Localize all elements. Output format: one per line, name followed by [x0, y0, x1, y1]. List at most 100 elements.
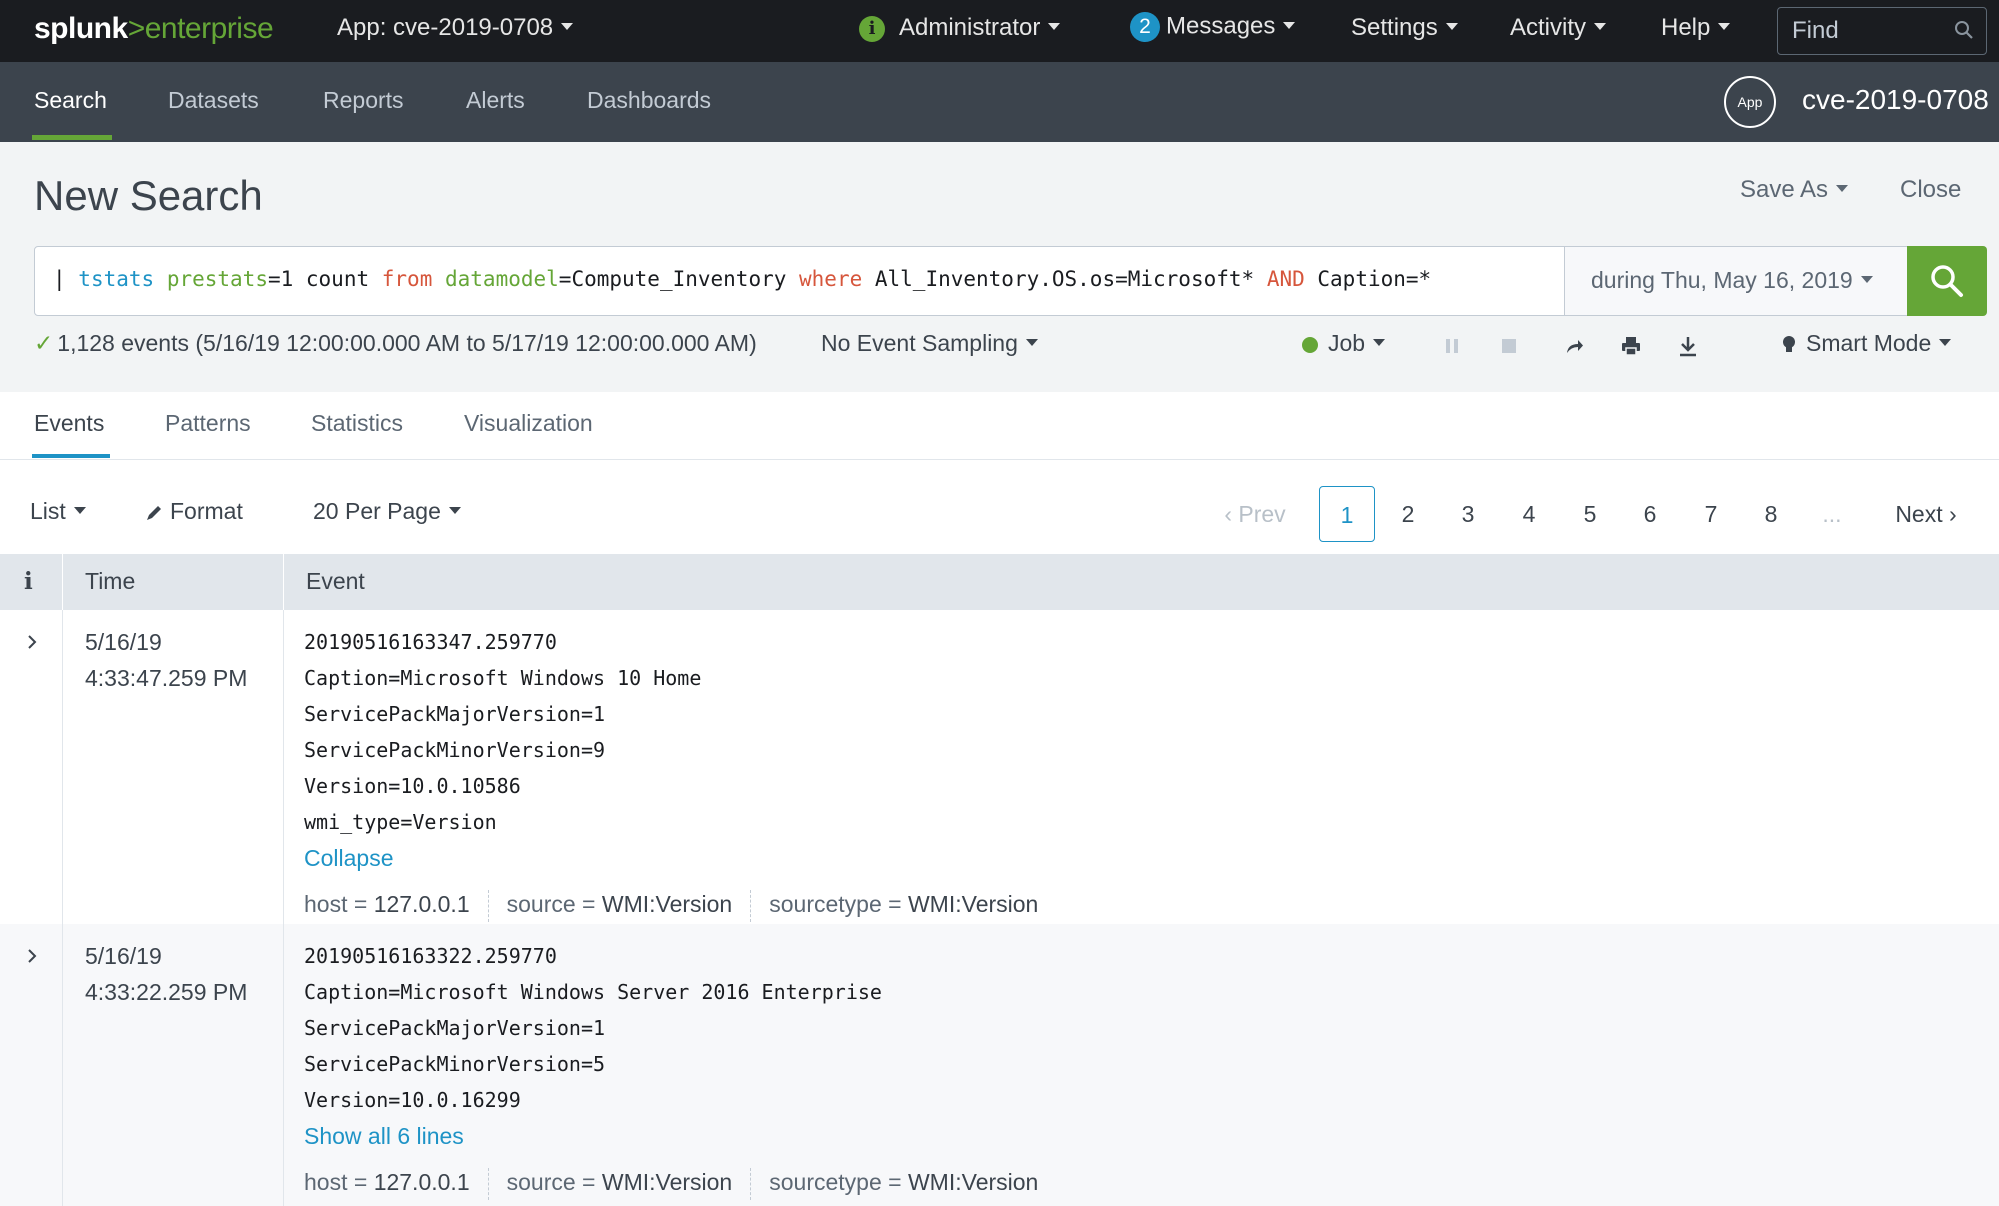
event-time[interactable]: 5/16/19 4:33:22.259 PM [85, 938, 247, 1010]
splunk-logo[interactable]: splunk>enterprise [34, 12, 274, 46]
event-line: Version=10.0.16299 [304, 1088, 521, 1112]
page-button-5[interactable]: 5 [1562, 486, 1618, 542]
sourcetype-field-key: sourcetype = [769, 1169, 902, 1195]
help-label: Help [1661, 14, 1711, 41]
event-fields: host = 127.0.0.1 source = WMI:Version sour… [304, 1164, 1038, 1200]
chevron-right-icon[interactable] [24, 948, 40, 964]
query-token: from [381, 267, 433, 291]
source-field[interactable]: source = WMI:Version [507, 1169, 733, 1195]
per-page-label: 20 Per Page [313, 498, 441, 524]
tab-patterns[interactable]: Patterns [165, 410, 251, 437]
info-icon: i [859, 15, 885, 42]
nav-datasets[interactable]: Datasets [168, 87, 259, 114]
messages-count-badge: 2 [1130, 12, 1160, 42]
query-token: AND [1266, 267, 1305, 291]
prev-page-button[interactable]: ‹ Prev [1216, 486, 1294, 542]
page-title: New Search [34, 172, 263, 219]
activity-menu[interactable]: Activity [1510, 14, 1607, 42]
page-button-7[interactable]: 7 [1683, 486, 1739, 542]
column-divider [62, 554, 63, 610]
administrator-menu[interactable]: i Administrator [859, 14, 1061, 42]
host-field-value: 127.0.0.1 [373, 1169, 470, 1195]
query-token: prestats [166, 267, 268, 291]
format-button[interactable]: Format [144, 498, 243, 525]
page-button-3[interactable]: 3 [1440, 486, 1496, 542]
save-as-label: Save As [1740, 176, 1829, 203]
event-line: ServicePackMinorVersion=5 [304, 1052, 606, 1076]
list-label: List [30, 498, 66, 524]
column-divider [62, 924, 63, 1206]
event-time[interactable]: 5/16/19 4:33:47.259 PM [85, 624, 247, 696]
event-count-text: 1,128 events (5/16/19 12:00:00.000 AM to… [57, 330, 757, 356]
search-submit-button[interactable] [1907, 246, 1987, 316]
info-column-header: i [24, 568, 33, 595]
close-button[interactable]: Close [1900, 176, 1961, 204]
chevron-down-icon [561, 23, 574, 31]
host-field[interactable]: host = 127.0.0.1 [304, 891, 470, 917]
page-button-2[interactable]: 2 [1380, 486, 1436, 542]
search-panel: New Search Save As Close | tstats presta… [0, 142, 1999, 392]
table-row: 5/16/19 4:33:22.259 PM 20190516163322.25… [0, 924, 1999, 1206]
column-divider [62, 610, 63, 924]
source-field[interactable]: source = WMI:Version [507, 891, 733, 917]
page-button-1[interactable]: 1 [1319, 486, 1375, 542]
search-mode-label: Smart Mode [1806, 330, 1932, 356]
search-mode-menu[interactable]: Smart Mode [1782, 330, 1952, 357]
collapse-link[interactable]: Collapse [304, 840, 1038, 876]
pause-icon[interactable] [1440, 334, 1464, 358]
query-token: datamodel [445, 267, 559, 291]
tab-statistics[interactable]: Statistics [311, 410, 403, 437]
nav-dashboards[interactable]: Dashboards [587, 87, 711, 114]
page-ellipsis: ... [1822, 501, 1842, 527]
tab-visualization[interactable]: Visualization [464, 410, 593, 437]
sourcetype-field[interactable]: sourcetype = WMI:Version [769, 891, 1038, 917]
host-field[interactable]: host = 127.0.0.1 [304, 1169, 470, 1195]
activity-label: Activity [1510, 14, 1587, 41]
chevron-down-icon [1025, 339, 1038, 347]
nav-search[interactable]: Search [34, 87, 107, 114]
page-button-6[interactable]: 6 [1622, 486, 1678, 542]
nav-reports[interactable]: Reports [323, 87, 404, 114]
save-as-menu[interactable]: Save As [1740, 176, 1849, 204]
help-menu[interactable]: Help [1661, 14, 1731, 42]
event-sampling-menu[interactable]: No Event Sampling [821, 330, 1038, 357]
page-button-4[interactable]: 4 [1501, 486, 1557, 542]
next-page-button[interactable]: Next › [1880, 486, 1972, 542]
query-token: =1 count [267, 267, 382, 291]
time-column-header[interactable]: Time [85, 568, 135, 595]
tab-events[interactable]: Events [34, 410, 104, 437]
per-page-menu[interactable]: 20 Per Page [313, 498, 461, 525]
stop-icon[interactable] [1497, 334, 1521, 358]
show-all-lines-link[interactable]: Show all 6 lines [304, 1118, 1038, 1154]
app-menu-label: App: cve-2019-0708 [337, 14, 554, 41]
sourcetype-field-key: sourcetype = [769, 891, 902, 917]
list-view-menu[interactable]: List [30, 498, 86, 525]
source-field-key: source = [506, 891, 596, 917]
chevron-down-icon [1836, 185, 1849, 193]
search-query-input[interactable]: | tstats prestats=1 count from datamodel… [34, 246, 1566, 316]
results-controls: List Format 20 Per Page ‹ Prev 1 2 3 4 5… [0, 460, 1999, 554]
chevron-down-icon [1373, 339, 1386, 347]
event-line: Version=10.0.10586 [304, 774, 521, 798]
chevron-down-icon [1048, 23, 1061, 31]
find-input[interactable]: Find [1777, 7, 1987, 55]
search-icon [1955, 21, 1973, 39]
share-icon[interactable] [1562, 334, 1586, 358]
settings-menu[interactable]: Settings [1351, 14, 1458, 42]
lightbulb-icon [1783, 335, 1795, 352]
logo-splunk-text: splunk [34, 12, 128, 45]
app-menu[interactable]: App: cve-2019-0708 [337, 14, 574, 42]
print-icon[interactable] [1619, 334, 1643, 358]
host-field-key: host = [304, 891, 368, 917]
time-range-picker[interactable]: during Thu, May 16, 2019 [1564, 246, 1908, 316]
export-download-icon[interactable] [1676, 334, 1700, 358]
sourcetype-field[interactable]: sourcetype = WMI:Version [769, 1169, 1038, 1195]
job-menu[interactable]: Job [1302, 330, 1386, 357]
query-token [432, 267, 445, 291]
page-button-8[interactable]: 8 [1743, 486, 1799, 542]
field-separator [750, 1167, 752, 1200]
query-token: tstats [78, 267, 155, 291]
chevron-right-icon[interactable] [24, 634, 40, 650]
nav-alerts[interactable]: Alerts [466, 87, 525, 114]
messages-menu[interactable]: 2 Messages [1130, 12, 1296, 42]
